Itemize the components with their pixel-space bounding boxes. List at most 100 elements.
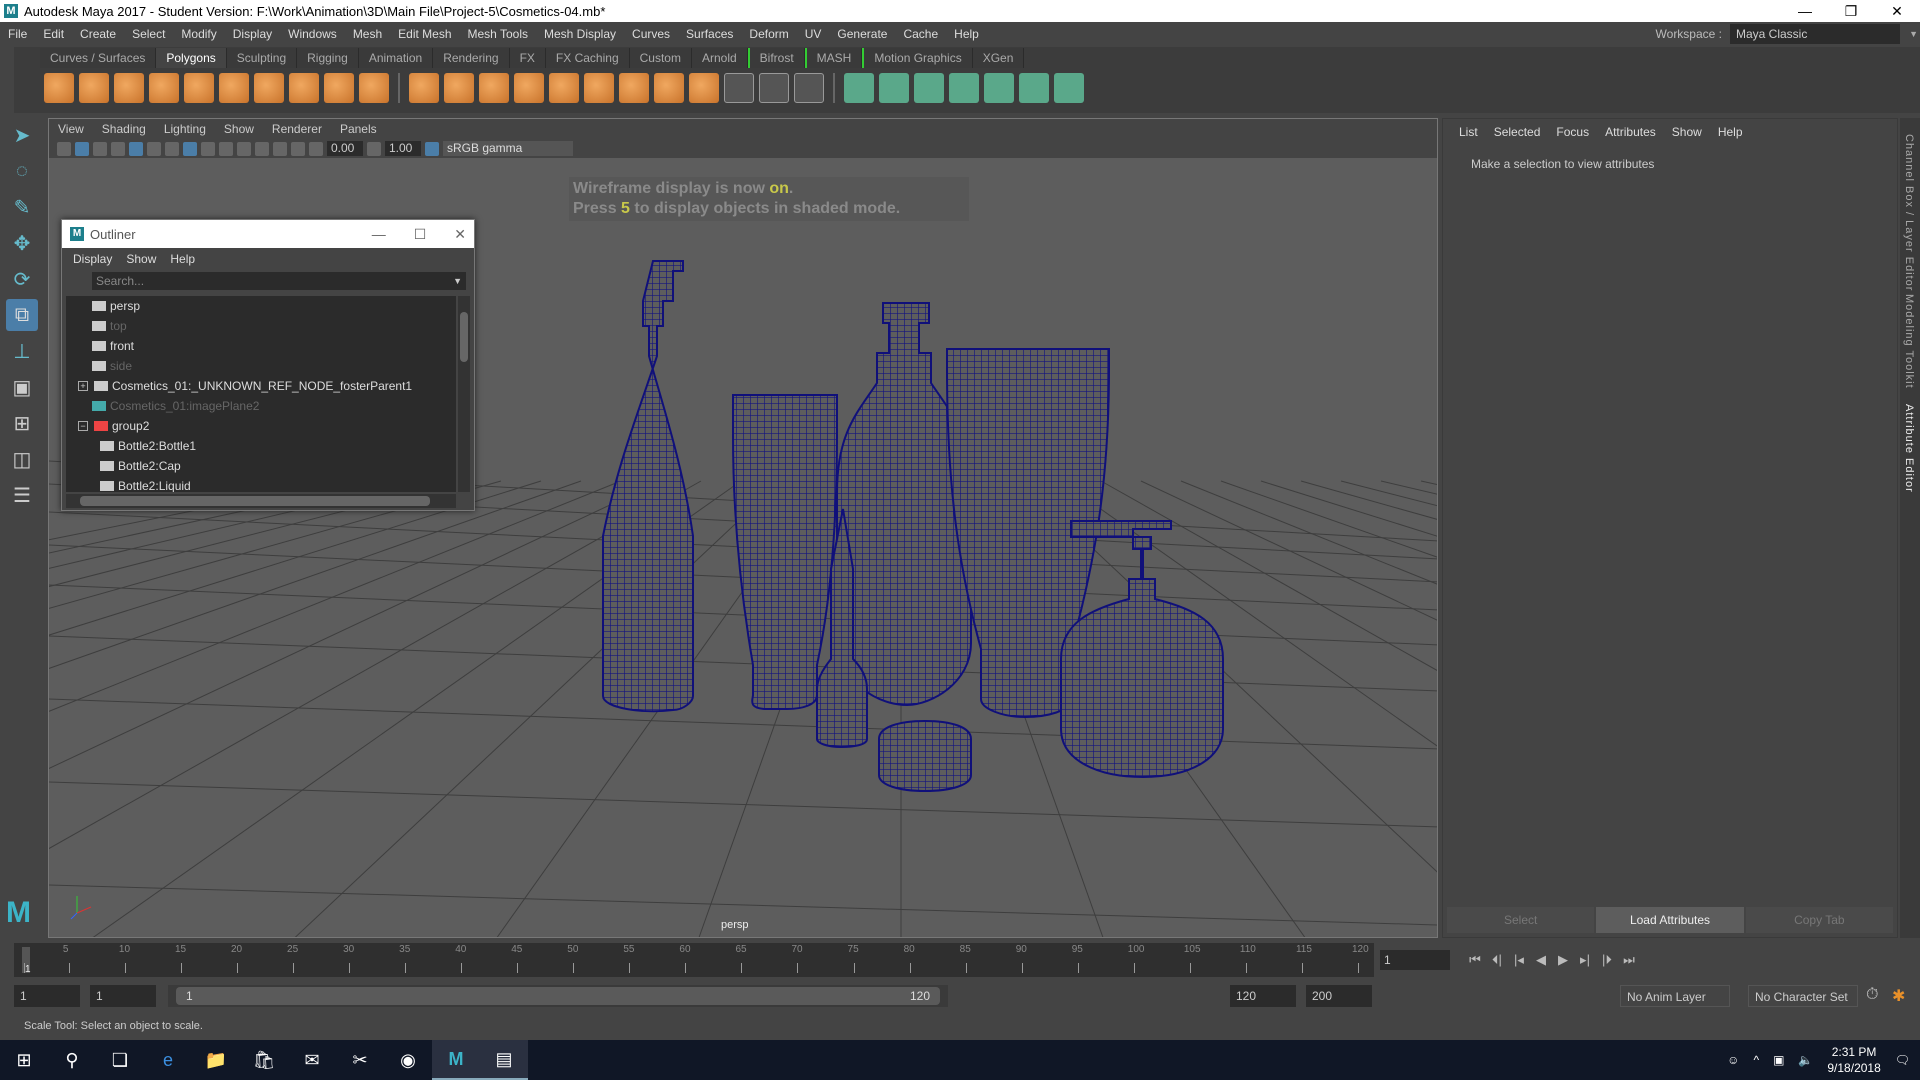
viewport-menu-shading[interactable]: Shading <box>93 122 155 136</box>
outliner-horizontal-scrollbar[interactable] <box>66 494 456 508</box>
attr-menu-help[interactable]: Help <box>1710 125 1751 139</box>
tab-attribute-editor[interactable]: Attribute Editor <box>1903 404 1915 493</box>
shelf-tab-curves-surfaces[interactable]: Curves / Surfaces <box>40 48 157 68</box>
uv-spherical-icon[interactable] <box>914 73 944 103</box>
end-time-field[interactable]: 120 <box>1230 985 1296 1007</box>
copy-tab-button[interactable]: Copy Tab <box>1745 907 1893 933</box>
edge-icon[interactable]: e <box>144 1040 192 1080</box>
outliner-view-icon[interactable]: ☰ <box>6 479 38 511</box>
uv-unfold-icon[interactable] <box>984 73 1014 103</box>
xray-icon[interactable] <box>273 141 287 156</box>
playback-button-0[interactable]: ⏮ <box>1464 952 1486 968</box>
image-plane-icon[interactable] <box>111 141 125 156</box>
select-tool-icon[interactable]: ➤ <box>6 119 38 151</box>
monitor-icon[interactable]: ▤ <box>480 1040 528 1080</box>
viewport-menu-show[interactable]: Show <box>215 122 263 136</box>
start-icon[interactable]: ⊞ <box>0 1040 48 1080</box>
jar-wireframe[interactable] <box>878 719 972 793</box>
four-view-icon[interactable]: ⊞ <box>6 407 38 439</box>
menu-curves[interactable]: Curves <box>624 27 678 41</box>
poly-cube-icon[interactable] <box>79 73 109 103</box>
snipping-tool-icon[interactable]: ✂ <box>336 1040 384 1080</box>
chrome-icon[interactable]: ◉ <box>384 1040 432 1080</box>
color-management-icon[interactable] <box>425 141 439 156</box>
character-set-dropdown[interactable]: No Character Set <box>1748 985 1858 1007</box>
playback-button-3[interactable]: ◀ <box>1530 952 1552 968</box>
menu-windows[interactable]: Windows <box>280 27 345 41</box>
outliner-minimize-button[interactable]: — <box>372 226 386 243</box>
search-icon[interactable]: ⚲ <box>48 1040 96 1080</box>
bridge-icon[interactable] <box>654 73 684 103</box>
outliner-item[interactable]: persp <box>66 296 456 316</box>
restore-button[interactable]: ❐ <box>1828 0 1874 22</box>
poly-plane-icon[interactable] <box>184 73 214 103</box>
load-attributes-button[interactable]: Load Attributes <box>1596 907 1744 933</box>
outliner-item[interactable]: − group2 <box>66 416 456 436</box>
bookmark-icon[interactable] <box>93 141 107 156</box>
close-button[interactable]: ✕ <box>1874 0 1920 22</box>
extrude-icon[interactable] <box>689 73 719 103</box>
left-tube-wireframe[interactable] <box>732 394 838 710</box>
playback-button-1[interactable]: ⏴| <box>1486 952 1508 968</box>
lights-icon[interactable] <box>237 141 251 156</box>
combine-icon[interactable] <box>409 73 439 103</box>
anim-preferences-icon[interactable]: ✱ <box>1892 986 1905 1006</box>
outliner-search-input[interactable]: Search... <box>92 272 466 290</box>
lock-camera-icon[interactable] <box>75 141 89 156</box>
bevel-2-icon[interactable] <box>724 73 754 103</box>
two-view-icon[interactable]: ◫ <box>6 443 38 475</box>
attr-menu-list[interactable]: List <box>1451 125 1486 139</box>
menu-surfaces[interactable]: Surfaces <box>678 27 741 41</box>
poly-cone-icon[interactable] <box>149 73 179 103</box>
shelf-tab-rigging[interactable]: Rigging <box>297 48 359 68</box>
film-gate-icon[interactable] <box>147 141 161 156</box>
shelf-tab-xgen[interactable]: XGen <box>972 48 1025 68</box>
attr-menu-focus[interactable]: Focus <box>1548 125 1597 139</box>
tall-bottle-wireframe[interactable] <box>602 260 694 713</box>
shelf-tab-mash[interactable]: MASH <box>804 48 863 68</box>
tab-channel-box[interactable]: Channel Box / Layer Editor <box>1903 134 1915 291</box>
tray-chevron-icon[interactable]: ^ <box>1753 1053 1759 1067</box>
attr-menu-show[interactable]: Show <box>1664 125 1710 139</box>
anim-end-field[interactable]: 200 <box>1306 985 1372 1007</box>
type-icon[interactable] <box>324 73 354 103</box>
outliner-item[interactable]: Bottle2:Bottle1 <box>66 436 456 456</box>
tab-modeling-toolkit[interactable]: Modeling Toolkit <box>1903 294 1915 389</box>
smooth-icon[interactable] <box>514 73 544 103</box>
menu-mesh-tools[interactable]: Mesh Tools <box>460 27 536 41</box>
anim-layer-dropdown[interactable]: No Anim Layer <box>1620 985 1730 1007</box>
menu-file[interactable]: File <box>0 27 35 41</box>
menu-cache[interactable]: Cache <box>895 27 946 41</box>
outliner-item[interactable]: front <box>66 336 456 356</box>
boolean-icon[interactable] <box>549 73 579 103</box>
uv-auto-icon[interactable] <box>949 73 979 103</box>
shelf-tab-rendering[interactable]: Rendering <box>433 48 510 68</box>
shelf-tab-sculpting[interactable]: Sculpting <box>226 48 298 68</box>
attr-menu-selected[interactable]: Selected <box>1486 125 1549 139</box>
shelf-tab-custom[interactable]: Custom <box>629 48 692 68</box>
action-center-icon[interactable]: 🗨 <box>1895 1053 1910 1067</box>
poly-pipe-icon[interactable] <box>289 73 319 103</box>
store-icon[interactable]: 🛍 <box>240 1040 288 1080</box>
file-explorer-icon[interactable]: 📁 <box>192 1040 240 1080</box>
outliner-menu-display[interactable]: Display <box>66 252 119 266</box>
outliner-item[interactable]: Cosmetics_01:imagePlane2 <box>66 396 456 416</box>
menu-select[interactable]: Select <box>124 27 173 41</box>
minimize-button[interactable]: — <box>1782 0 1828 22</box>
time-slider[interactable]: 5 10 15 20 25 30 35 40 45 50 55 60 65 70 75 80 85 90 95 100… <box>14 943 1374 977</box>
viewport-menu-lighting[interactable]: Lighting <box>155 122 215 136</box>
scale-tool-icon[interactable]: ⧉ <box>6 299 38 331</box>
outliner-item[interactable]: + Cosmetics_01:_UNKNOWN_REF_NODE_fosterPa… <box>66 376 456 396</box>
range-slider[interactable]: 1 120 <box>168 985 948 1007</box>
playback-button-2[interactable]: |◂ <box>1508 952 1530 968</box>
outliner-maximize-button[interactable]: ☐ <box>414 226 427 243</box>
playback-button-5[interactable]: ▸| <box>1574 952 1596 968</box>
viewport-menu-renderer[interactable]: Renderer <box>263 122 331 136</box>
auto-key-icon[interactable]: ⏱ <box>1866 986 1878 1004</box>
start-time-field[interactable]: 1 <box>14 985 80 1007</box>
target-weld-icon[interactable] <box>794 73 824 103</box>
menu-generate[interactable]: Generate <box>829 27 895 41</box>
outliner-title-bar[interactable]: M Outliner — ☐ ✕ <box>62 220 474 248</box>
shelf-tab-polygons[interactable]: Polygons <box>156 48 227 68</box>
menu-mesh-display[interactable]: Mesh Display <box>536 27 624 41</box>
